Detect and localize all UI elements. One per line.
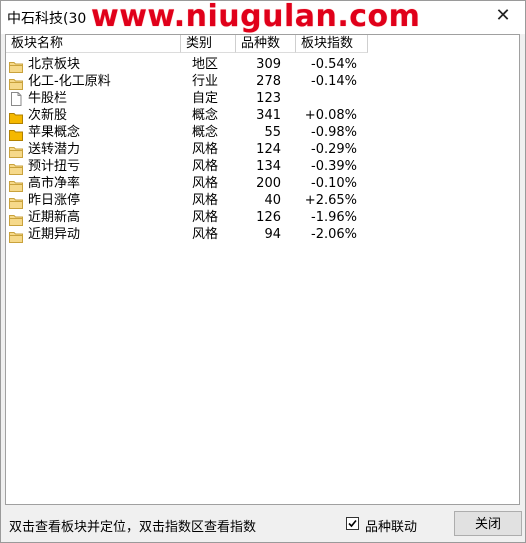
row-name: 近期异动 bbox=[28, 227, 81, 242]
status-bar: 双击查看板块并定位，双击指数区查看指数 品种联动 关闭 bbox=[1, 506, 525, 542]
row-name: 化工-化工原料 bbox=[28, 74, 111, 89]
table-row[interactable]: 北京板块 地区 309 -0.54% bbox=[6, 56, 519, 73]
close-button[interactable]: 关闭 bbox=[454, 511, 522, 536]
row-type: 风格 bbox=[192, 142, 219, 157]
folder-icon bbox=[9, 211, 23, 226]
row-name: 送转潜力 bbox=[28, 142, 81, 157]
folder-icon bbox=[9, 160, 23, 175]
folder-icon bbox=[9, 143, 23, 158]
row-index bbox=[297, 90, 357, 107]
document-icon bbox=[9, 91, 23, 106]
link-checkbox-label[interactable]: 品种联动 bbox=[365, 516, 417, 535]
row-type: 行业 bbox=[192, 74, 219, 89]
row-index: -1.96% bbox=[311, 210, 357, 225]
row-type: 概念 bbox=[192, 125, 219, 140]
table-row[interactable]: 次新股 概念 341 +0.08% bbox=[6, 107, 519, 124]
dialog-window: 中石科技(30 www.niugulan.com ✕ 板块名称 类别 品种数 板… bbox=[0, 0, 526, 543]
column-header-index[interactable]: 板块指数 bbox=[296, 35, 368, 53]
table-row[interactable]: 预计扭亏 风格 134 -0.39% bbox=[6, 158, 519, 175]
row-index: -0.98% bbox=[311, 125, 357, 140]
row-count: 55 bbox=[264, 125, 281, 140]
row-count: 309 bbox=[256, 57, 281, 72]
row-count: 200 bbox=[256, 176, 281, 191]
folder-icon bbox=[9, 194, 23, 209]
row-count: 123 bbox=[256, 91, 281, 106]
row-count: 341 bbox=[256, 108, 281, 123]
row-count: 40 bbox=[264, 193, 281, 208]
folder-filled-icon bbox=[9, 126, 23, 141]
watermark-text: www.niugulan.com bbox=[91, 0, 421, 34]
row-index: +2.65% bbox=[304, 193, 357, 208]
row-type: 自定 bbox=[192, 91, 219, 106]
row-name: 牛股栏 bbox=[28, 91, 68, 106]
column-header-name[interactable]: 板块名称 bbox=[6, 35, 181, 53]
row-name: 苹果概念 bbox=[28, 125, 81, 140]
row-type: 地区 bbox=[192, 57, 219, 72]
row-type: 风格 bbox=[192, 176, 219, 191]
table-row[interactable]: 牛股栏 自定 123 bbox=[6, 90, 519, 107]
table-row[interactable]: 送转潜力 风格 124 -0.29% bbox=[6, 141, 519, 158]
row-type: 风格 bbox=[192, 227, 219, 242]
row-name: 近期新高 bbox=[28, 210, 81, 225]
row-type: 风格 bbox=[192, 193, 219, 208]
list-header: 板块名称 类别 品种数 板块指数 bbox=[6, 35, 519, 54]
row-index: -0.29% bbox=[311, 142, 357, 157]
window-title: 中石科技(30 bbox=[7, 11, 87, 27]
row-name: 高市净率 bbox=[28, 176, 81, 191]
folder-icon bbox=[9, 75, 23, 90]
row-count: 278 bbox=[256, 74, 281, 89]
sector-list[interactable]: 板块名称 类别 品种数 板块指数 北京板块 地区 309 -0.54% 化工-化工原料 行… bbox=[5, 34, 520, 505]
table-row[interactable]: 化工-化工原料 行业 278 -0.14% bbox=[6, 73, 519, 90]
row-type: 概念 bbox=[192, 108, 219, 123]
folder-filled-icon bbox=[9, 109, 23, 124]
row-count: 126 bbox=[256, 210, 281, 225]
row-name: 预计扭亏 bbox=[28, 159, 81, 174]
row-count: 134 bbox=[256, 159, 281, 174]
link-checkbox[interactable] bbox=[346, 517, 359, 530]
status-hint: 双击查看板块并定位，双击指数区查看指数 bbox=[9, 520, 257, 535]
table-row[interactable]: 高市净率 风格 200 -0.10% bbox=[6, 175, 519, 192]
row-type: 风格 bbox=[192, 210, 219, 225]
table-row[interactable]: 近期异动 风格 94 -2.06% bbox=[6, 226, 519, 243]
row-count: 94 bbox=[264, 227, 281, 242]
row-index: -0.39% bbox=[311, 159, 357, 174]
title-bar: 中石科技(30 www.niugulan.com ✕ bbox=[1, 0, 525, 34]
row-index: -0.10% bbox=[311, 176, 357, 191]
close-icon[interactable]: ✕ bbox=[493, 6, 513, 26]
row-index: -0.54% bbox=[311, 57, 357, 72]
row-index: -0.14% bbox=[311, 74, 357, 89]
folder-icon bbox=[9, 177, 23, 192]
column-header-count[interactable]: 品种数 bbox=[236, 35, 296, 53]
row-index: +0.08% bbox=[304, 108, 357, 123]
table-row[interactable]: 近期新高 风格 126 -1.96% bbox=[6, 209, 519, 226]
row-index: -2.06% bbox=[311, 227, 357, 242]
row-name: 次新股 bbox=[28, 108, 68, 123]
folder-icon bbox=[9, 58, 23, 73]
row-name: 北京板块 bbox=[28, 57, 81, 72]
folder-icon bbox=[9, 228, 23, 243]
table-row[interactable]: 苹果概念 概念 55 -0.98% bbox=[6, 124, 519, 141]
row-type: 风格 bbox=[192, 159, 219, 174]
row-count: 124 bbox=[256, 142, 281, 157]
row-name: 昨日涨停 bbox=[28, 193, 81, 208]
column-header-type[interactable]: 类别 bbox=[181, 35, 236, 53]
check-icon bbox=[348, 519, 357, 528]
table-row[interactable]: 昨日涨停 风格 40 +2.65% bbox=[6, 192, 519, 209]
